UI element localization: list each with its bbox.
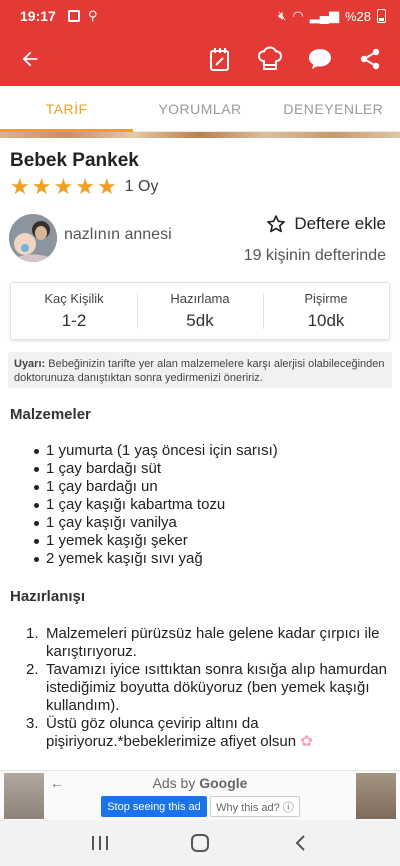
list-item: 1 çay kaşığı kabartma tozu xyxy=(34,496,278,514)
status-right: 🔇︎ ◠ ▂▄▆ %28 xyxy=(278,8,386,24)
list-item: 2 yemek kaşığı sıvı yağ xyxy=(34,550,278,568)
google-brand: Google xyxy=(199,775,248,791)
rating-count: 1 Oy xyxy=(124,178,159,195)
notebook-icon xyxy=(210,48,229,71)
gallery-notification-icon xyxy=(67,10,80,22)
ads-by-google-label: Ads by Google xyxy=(0,775,400,791)
star-icon: ★ xyxy=(10,174,30,199)
chef-button[interactable] xyxy=(256,45,284,73)
list-item: 1 yumurta (1 yaş öncesi için sarısı) xyxy=(34,442,278,459)
step-text: Tavamızı iyice ısıttıktan sonra kısığa a… xyxy=(46,661,387,714)
star-icon: ★ xyxy=(31,174,52,199)
mute-icon: 🔇︎ xyxy=(278,8,287,23)
status-time: 19:17 xyxy=(20,8,56,24)
battery-icon xyxy=(377,9,386,23)
allergy-warning: Uyarı: Bebeğinizin tarifte yer alan malz… xyxy=(8,352,392,388)
stop-seeing-ad-button[interactable]: Stop seeing this ad xyxy=(101,796,207,817)
star-icon: ★ xyxy=(96,174,117,199)
chef-hat-icon xyxy=(258,46,282,70)
home-icon xyxy=(191,834,209,852)
system-nav-bar xyxy=(0,820,400,866)
step-text-wrap: Üstü göz olunca çevirip altını da pişiri… xyxy=(46,715,392,751)
recent-apps-button[interactable] xyxy=(80,823,120,863)
rating[interactable]: ★ ★ ★ ★ ★ 1 Oy xyxy=(10,176,158,198)
star-icon: ★ xyxy=(53,174,74,199)
step-item: 2. Tavamızı iyice ısıttıktan sonra kısığ… xyxy=(26,661,392,715)
step-item: 3. Üstü göz olunca çevirip altını da piş… xyxy=(26,715,392,751)
servings-info: Kaç Kişilik 1-2 xyxy=(11,283,137,339)
tab-recipe[interactable]: TARİF xyxy=(0,86,134,132)
notebook-button[interactable] xyxy=(206,45,234,73)
list-item: 1 yemek kaşığı şeker xyxy=(34,532,278,550)
ads-by-prefix: Ads by xyxy=(152,775,200,791)
notebook-count: 19 kişinin defterinde xyxy=(243,247,386,264)
author-avatar[interactable] xyxy=(9,214,57,262)
back-arrow-icon xyxy=(22,51,38,67)
list-item: 1 çay bardağı un xyxy=(34,478,278,496)
tab-tried[interactable]: DENEYENLER xyxy=(267,86,400,131)
comment-button[interactable] xyxy=(306,45,334,73)
share-icon xyxy=(360,48,380,70)
wifi-icon: ◠ xyxy=(292,8,304,23)
star-icon: ★ xyxy=(75,174,95,199)
back-nav-button[interactable] xyxy=(280,823,320,863)
chevron-left-icon xyxy=(295,835,305,851)
cook-value: 10dk xyxy=(307,311,345,330)
home-button[interactable] xyxy=(180,823,220,863)
ingredients-title: Malzemeler xyxy=(10,406,91,423)
signal-icon: ▂▄▆ xyxy=(309,8,339,23)
prep-info: Hazırlama 5dk xyxy=(137,283,263,339)
tab-bar: TARİF YORUMLAR DENEYENLER xyxy=(0,86,400,132)
star-outline-icon xyxy=(267,215,286,233)
servings-label: Kaç Kişilik xyxy=(44,291,104,306)
prep-value: 5dk xyxy=(186,311,214,330)
recipe-title: Bebek Pankek xyxy=(10,150,139,171)
why-this-ad-button[interactable]: Why this ad? ⓘ xyxy=(210,796,300,817)
notification-icons: ⚲ xyxy=(67,8,98,24)
list-item: 1 çay bardağı süt xyxy=(34,460,278,478)
location-notification-icon: ⚲ xyxy=(87,8,98,23)
tab-comments[interactable]: YORUMLAR xyxy=(133,86,266,131)
recent-apps-icon xyxy=(92,836,108,850)
share-button[interactable] xyxy=(356,45,384,73)
chat-bubble-icon xyxy=(309,49,331,69)
servings-value: 1-2 xyxy=(61,311,87,330)
cook-label: Pişirme xyxy=(304,291,348,306)
preparation-title: Hazırlanışı xyxy=(10,588,86,605)
app-bar xyxy=(0,32,400,86)
step-text: Malzemeleri pürüzsüz hale gelene kadar ç… xyxy=(46,625,380,660)
add-to-notebook-button[interactable]: Deftere ekle xyxy=(266,214,386,234)
back-button[interactable] xyxy=(16,45,44,73)
step-text: Üstü göz olunca çevirip altını da pişiri… xyxy=(46,715,297,750)
ad-banner: ← Ads by Google Stop seeing this ad Why … xyxy=(0,770,400,820)
warning-text: Bebeğinizin tarifte yer alan malzemelere… xyxy=(14,358,385,384)
preparation-steps: 1. Malzemeleri pürüzsüz hale gelene kada… xyxy=(26,625,392,751)
flower-emoji-icon: ✿ xyxy=(300,733,313,750)
add-to-notebook-label: Deftere ekle xyxy=(294,214,386,233)
app-bar-actions xyxy=(206,45,384,73)
prep-label: Hazırlama xyxy=(170,291,230,306)
warning-label: Uyarı: xyxy=(14,358,46,370)
list-item: 1 çay kaşığı vanilya xyxy=(34,514,278,532)
step-item: 1. Malzemeleri pürüzsüz hale gelene kada… xyxy=(26,625,392,661)
step-number: 3. xyxy=(26,715,39,732)
step-number: 1. xyxy=(26,625,39,642)
recipe-photo-strip[interactable] xyxy=(0,132,400,138)
status-bar: 19:17 ⚲ 🔇︎ ◠ ▂▄▆ %28 xyxy=(0,0,400,32)
ingredients-list: 1 yumurta (1 yaş öncesi için sarısı) 1 ç… xyxy=(34,442,278,568)
step-number: 2. xyxy=(26,661,39,678)
battery-percent: %28 xyxy=(344,8,371,24)
author-name[interactable]: nazlının annesi xyxy=(64,226,172,244)
avatar-photo xyxy=(9,214,57,262)
cook-info: Pişirme 10dk xyxy=(263,283,389,339)
recipe-info-box: Kaç Kişilik 1-2 Hazırlama 5dk Pişirme 10… xyxy=(10,282,390,340)
